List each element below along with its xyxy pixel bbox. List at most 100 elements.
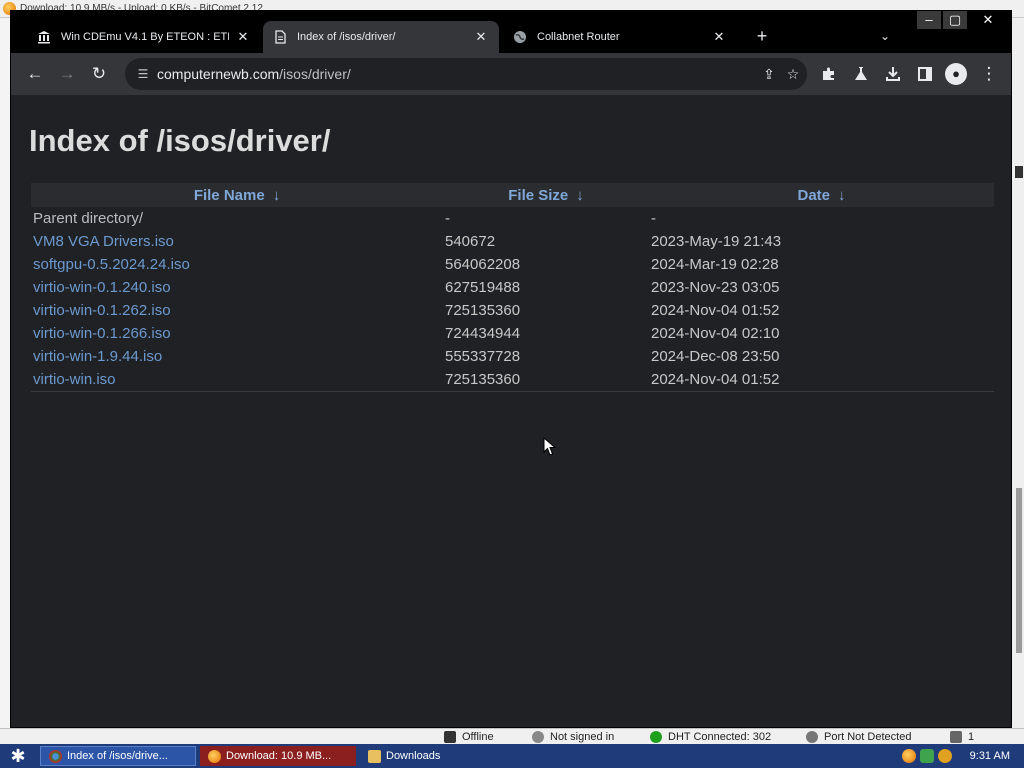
- background-app-status-bar: Offline Not signed in DHT Connected: 302…: [0, 728, 1024, 744]
- file-date: 2024-Nov-04 01:52: [649, 368, 994, 392]
- status-count: 1: [950, 730, 974, 744]
- new-tab-plus-icon[interactable]: +: [753, 27, 771, 45]
- status-dht: DHT Connected: 302: [650, 730, 771, 744]
- column-header-file-name[interactable]: File Name ↓: [31, 183, 443, 207]
- taskbar-item-downloads[interactable]: Downloads: [360, 746, 516, 766]
- sort-arrow-icon: ↓: [576, 186, 584, 204]
- folder-icon: [368, 749, 381, 763]
- file-date: 2024-Dec-08 23:50: [651, 348, 780, 365]
- table-row: VM8 VGA Drivers.iso 540672 2023-May-19 2…: [31, 230, 994, 253]
- tab-title: Index of /isos/driver/: [297, 31, 396, 43]
- tab-collabnet-router[interactable]: Collabnet Router ✕: [503, 21, 737, 53]
- bookmark-star-icon[interactable]: ☆: [785, 66, 801, 82]
- file-date: 2024-Mar-19 02:28: [651, 256, 779, 273]
- column-header-date[interactable]: Date ↓: [649, 183, 994, 207]
- table-row: Parent directory/ - -: [31, 207, 994, 230]
- taskbar-item-bitcomet[interactable]: Download: 10.9 MB...: [200, 746, 356, 766]
- menu-kebab-icon[interactable]: ⋮: [977, 62, 1001, 86]
- file-link[interactable]: VM8 VGA Drivers.iso: [33, 233, 174, 250]
- table-row: virtio-win-1.9.44.iso 555337728 2024-Dec…: [31, 345, 994, 368]
- table-row: virtio-win-0.1.266.iso 724434944 2024-No…: [31, 322, 994, 345]
- extensions-puzzle-icon[interactable]: [817, 62, 841, 86]
- forward-arrow-icon[interactable]: →: [55, 62, 79, 86]
- bitcomet-icon: [208, 749, 221, 763]
- background-app-scrollbar[interactable]: [1016, 488, 1022, 653]
- profile-avatar-icon[interactable]: ●: [945, 63, 967, 85]
- table-row: virtio-win-0.1.262.iso 725135360 2024-No…: [31, 299, 994, 322]
- file-link[interactable]: virtio-win-0.1.262.iso: [33, 302, 171, 319]
- site-info-tune-icon[interactable]: ☰: [135, 66, 151, 82]
- bank-icon: [37, 30, 51, 44]
- browser-window: Win CDEmu V4.1 By ETEON : ETEON ✕ Index …: [10, 10, 1012, 728]
- tab-search-chevron-down-icon[interactable]: ⌄: [877, 29, 893, 45]
- file-size: 724434944: [445, 325, 521, 342]
- side-panel-icon[interactable]: [913, 62, 937, 86]
- file-link[interactable]: virtio-win-0.1.266.iso: [33, 325, 171, 342]
- background-app-marker: [1015, 166, 1023, 178]
- maximize-icon[interactable]: ▢: [943, 11, 967, 29]
- file-date: -: [651, 210, 656, 227]
- page-content: Index of /isos/driver/ File Name ↓ File S…: [11, 95, 1011, 727]
- file-size: 564062208: [445, 256, 521, 273]
- status-port: Port Not Detected: [806, 730, 911, 744]
- tab-close-icon[interactable]: ✕: [235, 29, 251, 45]
- taskbar-item-chrome[interactable]: Index of /isos/drive...: [40, 746, 196, 766]
- bitcomet-tray-icon[interactable]: [902, 749, 916, 763]
- file-size: 627519488: [445, 279, 521, 296]
- file-size: 725135360: [443, 368, 649, 392]
- address-bar[interactable]: ☰ computernewb.com/isos/driver/ ⇪ ☆: [125, 58, 807, 90]
- tab-index-isos-driver[interactable]: Index of /isos/driver/ ✕: [263, 21, 499, 53]
- page-title: Index of /isos/driver/: [29, 123, 331, 158]
- sort-arrow-icon: ↓: [272, 186, 281, 204]
- status-offline: Offline: [444, 730, 494, 744]
- status-signin[interactable]: Not signed in: [532, 730, 614, 744]
- start-star-icon[interactable]: ✱: [6, 746, 30, 766]
- file-size: 555337728: [445, 348, 521, 365]
- reload-icon[interactable]: ↻: [87, 62, 111, 86]
- table-row: softgpu-0.5.2024.24.iso 564062208 2024-M…: [31, 253, 994, 276]
- labs-flask-icon[interactable]: [849, 62, 873, 86]
- sort-arrow-icon: ↓: [838, 186, 846, 204]
- globe-icon: [513, 30, 527, 44]
- table-header-row: File Name ↓ File Size ↓ Date ↓: [31, 183, 994, 207]
- chrome-icon: [49, 749, 62, 763]
- file-date: 2023-May-19 21:43: [651, 233, 782, 250]
- mouse-cursor-icon: [543, 437, 557, 456]
- user-icon: [532, 731, 544, 743]
- url-text[interactable]: computernewb.com/isos/driver/: [157, 66, 351, 82]
- taskbar: ✱ Index of /isos/drive... Download: 10.9…: [0, 744, 1024, 768]
- search-tray-icon[interactable]: [938, 749, 952, 763]
- connection-icon: [950, 731, 962, 743]
- dht-status-icon: [650, 731, 662, 743]
- table-row: virtio-win.iso 725135360 2024-Nov-04 01:…: [31, 368, 994, 392]
- tab-win-cdemu[interactable]: Win CDEmu V4.1 By ETEON : ETEON ✕: [27, 21, 261, 53]
- file-date: 2024-Nov-04 01:52: [651, 302, 780, 319]
- tab-strip: Win CDEmu V4.1 By ETEON : ETEON ✕ Index …: [11, 11, 1011, 53]
- port-status-icon: [806, 731, 818, 743]
- file-size: 725135360: [445, 302, 521, 319]
- file-date: 2023-Nov-23 03:05: [651, 279, 780, 296]
- tab-close-icon[interactable]: ✕: [711, 29, 727, 45]
- network-tray-icon[interactable]: [920, 749, 934, 763]
- file-link[interactable]: virtio-win-0.1.240.iso: [33, 279, 171, 296]
- back-arrow-icon[interactable]: ←: [23, 62, 47, 86]
- parent-directory-link[interactable]: Parent directory/: [33, 210, 143, 227]
- file-size: 540672: [445, 233, 496, 250]
- tab-title: Collabnet Router: [537, 31, 620, 43]
- minimize-icon[interactable]: –: [917, 11, 941, 29]
- file-link[interactable]: softgpu-0.5.2024.24.iso: [33, 256, 190, 273]
- tab-title: Win CDEmu V4.1 By ETEON : ETEON: [61, 31, 229, 43]
- table-row: virtio-win-0.1.240.iso 627519488 2023-No…: [31, 276, 994, 299]
- download-icon[interactable]: [881, 62, 905, 86]
- directory-listing-table: File Name ↓ File Size ↓ Date ↓ Parent direc…: [31, 183, 994, 392]
- clock[interactable]: 9:31 AM: [970, 750, 1010, 762]
- tab-close-icon[interactable]: ✕: [473, 29, 489, 45]
- close-window-icon[interactable]: ✕: [975, 11, 1001, 29]
- file-link[interactable]: virtio-win.iso: [33, 371, 116, 388]
- file-date: 2024-Nov-04 02:10: [651, 325, 780, 342]
- background-app-right-panel: [1010, 18, 1024, 728]
- browser-toolbar: ← → ↻ ☰ computernewb.com/isos/driver/ ⇪ …: [11, 53, 1011, 95]
- column-header-file-size[interactable]: File Size ↓: [443, 183, 649, 207]
- share-icon[interactable]: ⇪: [761, 66, 777, 82]
- file-link[interactable]: virtio-win-1.9.44.iso: [33, 348, 162, 365]
